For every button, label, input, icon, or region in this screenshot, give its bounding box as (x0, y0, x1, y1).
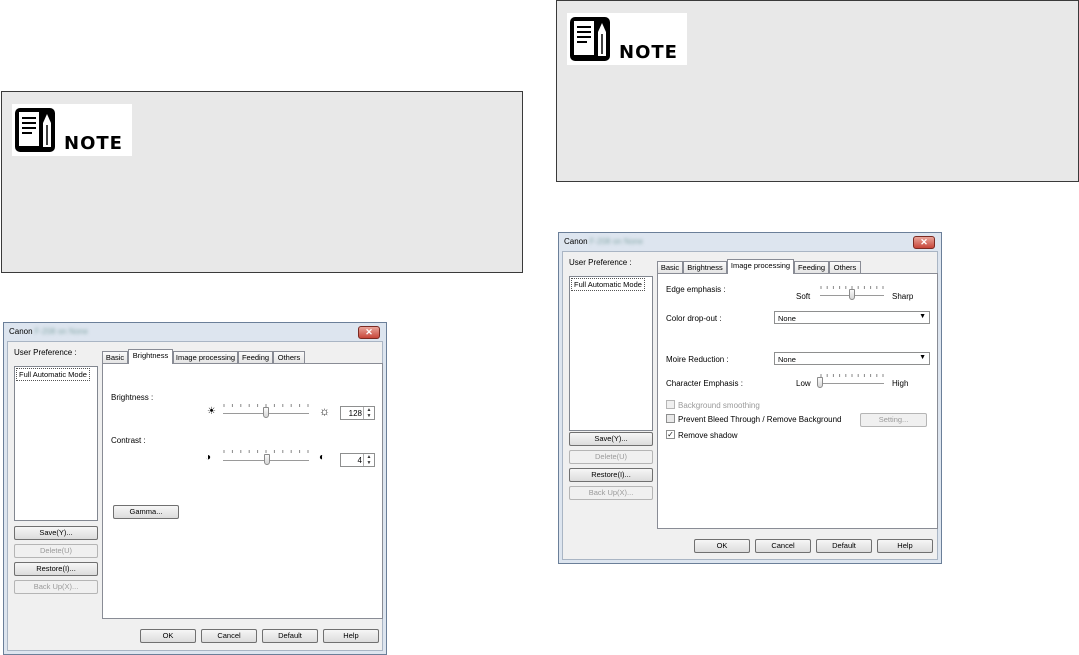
tab-others[interactable]: Others (829, 261, 861, 273)
close-button[interactable]: ✕ (358, 326, 380, 339)
brightness-slider-thumb[interactable] (263, 407, 270, 418)
tab-panel-brightness: Brightness : ☀ ☼ 128 ▲ ▼ Contrast : ◑ ◐ 4… (102, 363, 383, 619)
contrast-slider-thumb[interactable] (264, 454, 271, 465)
user-preference-list[interactable]: Full Automatic Mode (14, 366, 98, 521)
chevron-down-icon[interactable]: ▼ (919, 354, 926, 361)
title-bar[interactable]: Canon F-208 on None ✕ (559, 233, 941, 251)
brightness-high-icon: ☼ (319, 404, 330, 418)
moire-reduction-select[interactable]: None ▼ (774, 352, 930, 365)
dialog-client: User Preference : Full Automatic Mode Sa… (7, 341, 383, 651)
delete-button[interactable]: Delete(U) (14, 544, 98, 558)
tab-image-processing[interactable]: Image processing (173, 351, 238, 363)
list-item[interactable]: Full Automatic Mode (571, 278, 645, 291)
ok-button[interactable]: OK (140, 629, 196, 643)
list-item[interactable]: Full Automatic Mode (16, 368, 90, 381)
remove-shadow-checkbox[interactable]: ✓ (666, 430, 675, 439)
contrast-label: Contrast : (111, 436, 146, 445)
dialog-client: User Preference : Full Automatic Mode Sa… (562, 251, 938, 560)
default-button[interactable]: Default (262, 629, 318, 643)
tab-strip: Basic Brightness Image processing Feedin… (102, 349, 382, 364)
contrast-high-icon: ◐ (319, 452, 326, 463)
tab-strip: Basic Brightness Image processing Feedin… (657, 259, 937, 274)
window-title: Canon F-208 on None (9, 327, 88, 336)
remove-shadow-label: Remove shadow (678, 431, 738, 440)
window-title: Canon F-208 on None (564, 237, 643, 246)
prevent-bleed-checkbox[interactable] (666, 414, 675, 423)
contrast-spinner[interactable]: 4 ▲ ▼ (340, 453, 375, 467)
brightness-label: Brightness : (111, 393, 154, 402)
user-preference-label: User Preference : (14, 348, 77, 357)
note-badge: NOTE (567, 13, 687, 65)
tab-basic[interactable]: Basic (102, 351, 128, 363)
backup-button[interactable]: Back Up(X)... (14, 580, 98, 594)
spin-down-icon[interactable]: ▼ (364, 413, 374, 419)
delete-button[interactable]: Delete(U) (569, 450, 653, 464)
help-button[interactable]: Help (877, 539, 933, 553)
backup-button[interactable]: Back Up(X)... (569, 486, 653, 500)
contrast-value: 4 (357, 456, 362, 465)
note-box-right: NOTE (556, 0, 1079, 182)
note-label: NOTE (64, 133, 123, 154)
scanner-settings-dialog-image-processing: Canon F-208 on None ✕ User Preference : F… (558, 232, 942, 564)
brightness-spinner[interactable]: 128 ▲ ▼ (340, 406, 375, 420)
color-dropout-select[interactable]: None ▼ (774, 311, 930, 324)
help-button[interactable]: Help (323, 629, 379, 643)
brightness-low-icon: ☀ (207, 406, 216, 417)
note-pencil-icon (570, 17, 610, 61)
background-smoothing-label: Background smoothing (678, 401, 760, 410)
edge-sharp-label: Sharp (892, 292, 914, 301)
gamma-button[interactable]: Gamma... (113, 505, 179, 519)
color-dropout-value: None (778, 314, 796, 323)
tab-image-processing[interactable]: Image processing (727, 259, 794, 274)
edge-slider-thumb[interactable] (849, 289, 855, 300)
moire-reduction-value: None (778, 355, 796, 364)
char-slider-track[interactable] (820, 383, 884, 385)
spin-down-icon[interactable]: ▼ (364, 460, 374, 466)
char-low-label: Low (796, 379, 811, 388)
spinner-arrows[interactable]: ▲ ▼ (363, 454, 374, 466)
tab-basic[interactable]: Basic (657, 261, 683, 273)
tab-feeding[interactable]: Feeding (794, 261, 829, 273)
moire-reduction-label: Moire Reduction : (666, 355, 729, 364)
contrast-slider-ticks (223, 450, 309, 453)
setting-button[interactable]: Setting... (860, 413, 927, 427)
tab-others[interactable]: Others (273, 351, 305, 363)
close-button[interactable]: ✕ (913, 236, 935, 249)
tab-brightness[interactable]: Brightness (683, 261, 727, 273)
tab-feeding[interactable]: Feeding (238, 351, 273, 363)
character-emphasis-label: Character Emphasis : (666, 379, 743, 388)
restore-button[interactable]: Restore(I)... (569, 468, 653, 482)
note-badge: NOTE (12, 104, 132, 156)
contrast-low-icon: ◑ (205, 452, 212, 463)
cancel-button[interactable]: Cancel (755, 539, 811, 553)
note-box-left: NOTE (1, 91, 523, 273)
char-slider-ticks (820, 374, 884, 377)
save-button[interactable]: Save(Y)... (14, 526, 98, 540)
char-slider-thumb[interactable] (817, 377, 823, 388)
user-preference-label: User Preference : (569, 258, 632, 267)
restore-button[interactable]: Restore(I)... (14, 562, 98, 576)
note-label: NOTE (619, 42, 678, 63)
char-high-label: High (892, 379, 909, 388)
edge-emphasis-label: Edge emphasis : (666, 285, 726, 294)
default-button[interactable]: Default (816, 539, 872, 553)
brightness-value: 128 (348, 409, 362, 418)
tab-panel-image-processing: Edge emphasis : Soft Sharp Color drop-ou… (657, 273, 938, 529)
edge-soft-label: Soft (796, 292, 811, 301)
ok-button[interactable]: OK (694, 539, 750, 553)
prevent-bleed-label: Prevent Bleed Through / Remove Backgroun… (678, 415, 842, 424)
save-button[interactable]: Save(Y)... (569, 432, 653, 446)
scanner-settings-dialog-brightness: Canon F-208 on None ✕ User Preference : F… (3, 322, 387, 655)
chevron-down-icon[interactable]: ▼ (919, 313, 926, 320)
user-preference-list[interactable]: Full Automatic Mode (569, 276, 653, 431)
tab-brightness[interactable]: Brightness (128, 349, 173, 364)
cancel-button[interactable]: Cancel (201, 629, 257, 643)
color-dropout-label: Color drop-out : (666, 314, 722, 323)
note-pencil-icon (15, 108, 55, 152)
spinner-arrows[interactable]: ▲ ▼ (363, 407, 374, 419)
title-bar[interactable]: Canon F-208 on None ✕ (4, 323, 386, 341)
background-smoothing-checkbox[interactable] (666, 400, 675, 409)
